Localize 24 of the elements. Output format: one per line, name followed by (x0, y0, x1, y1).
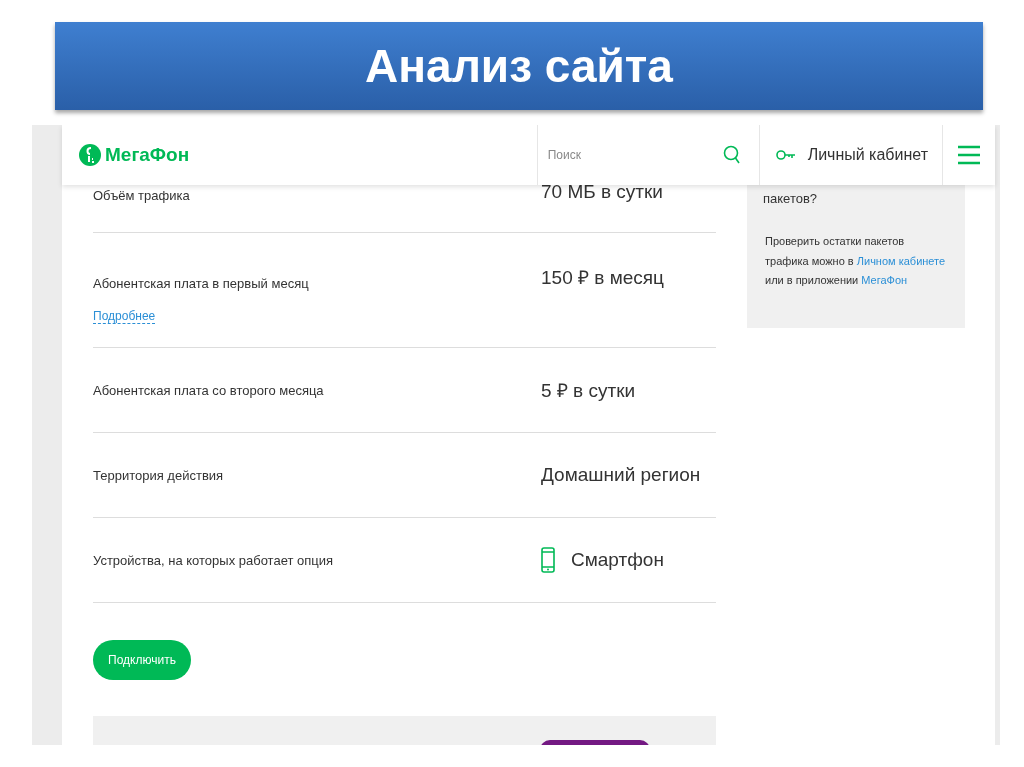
menu-button[interactable] (943, 125, 995, 185)
slide-title: Анализ сайта (365, 39, 673, 93)
text-link[interactable]: Личном кабинете (856, 254, 946, 267)
row-value: Домашний регион (541, 464, 701, 486)
logo-icon (78, 143, 102, 167)
smartphone-icon (541, 547, 555, 573)
row-value: 150 ₽ в месяц (541, 266, 664, 290)
menu-icon (958, 145, 980, 165)
logo-text: МегаФон (105, 144, 190, 166)
details-link[interactable]: Подробнее (93, 309, 156, 324)
row-value: 70 МБ в сутки (541, 181, 663, 203)
search-icon[interactable] (722, 145, 741, 165)
connect-button[interactable]: Подключить (93, 639, 191, 680)
row-value: 5 ₽ в сутки (541, 379, 636, 403)
row-label: Абонентская плата в первый месяц (93, 276, 310, 291)
row-label: Объём трафика (93, 188, 191, 203)
row-label: Абонентская плата со второго месяца (93, 382, 325, 398)
panel-question: пакетов? (763, 191, 819, 206)
key-icon (775, 149, 796, 161)
row-value: Смартфон (571, 549, 664, 571)
panel-text: Проверить остатки пакетов трафика можно в Личном кабинете или в приложении МегаФон (765, 234, 947, 288)
row-label: Устройства, на которых работает опция (93, 552, 335, 568)
text-link[interactable]: МегаФон (861, 274, 908, 286)
row-label: Территория действия (93, 467, 225, 483)
